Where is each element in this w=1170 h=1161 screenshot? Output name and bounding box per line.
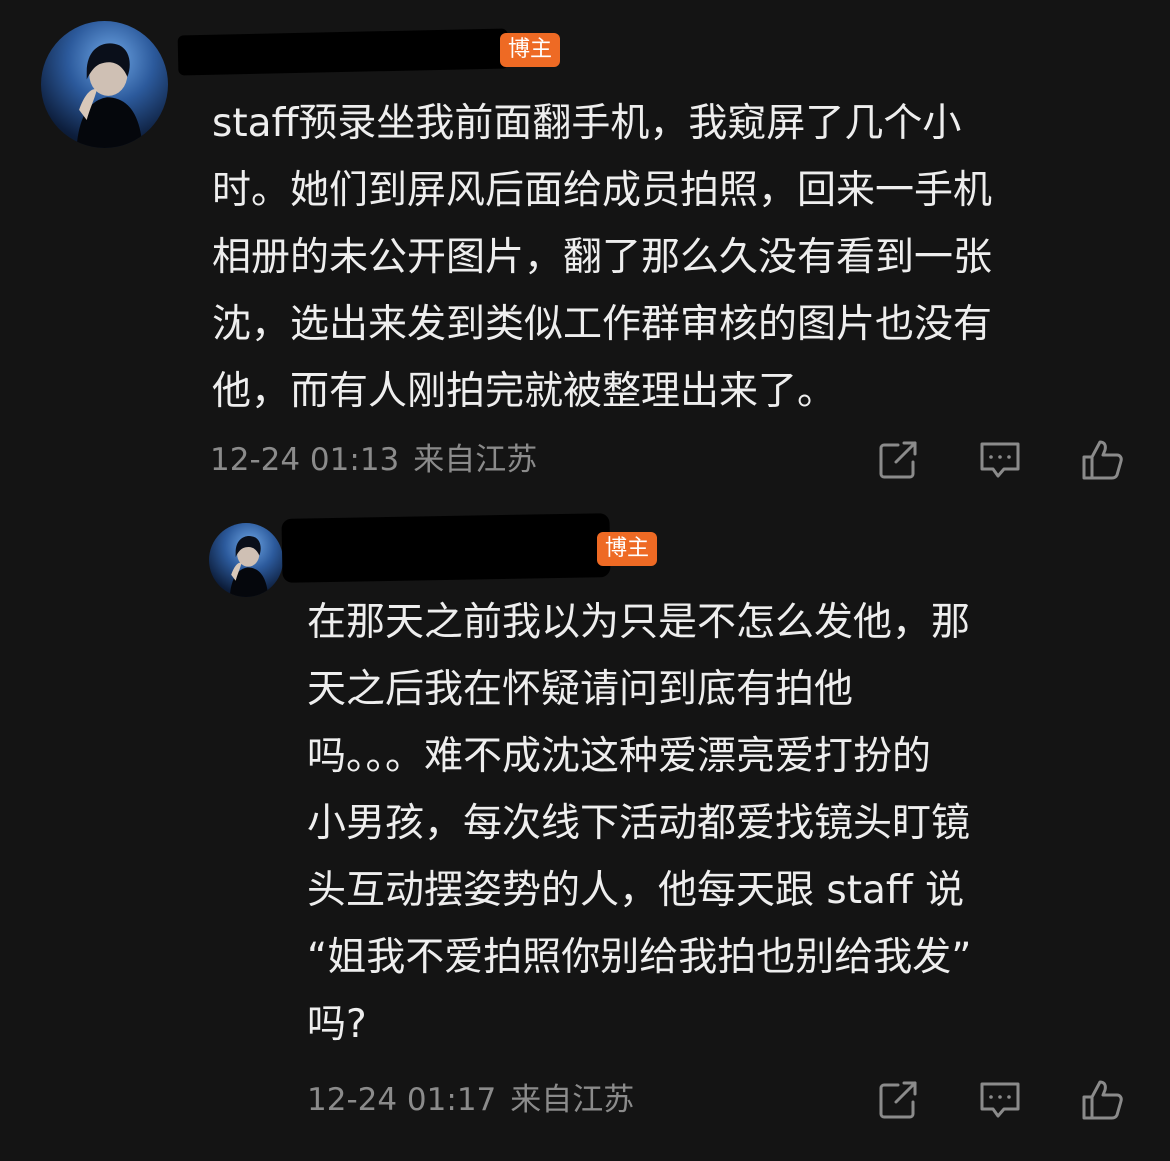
comment-line: 小男孩，每次线下活动都爱找镜头盯镜 <box>307 801 971 846</box>
comment-line: 相册的未公开图片，翻了那么久没有看到一张 <box>212 235 993 280</box>
comment-line: 沈，选出来发到类似工作群审核的图片也没有 <box>212 302 993 347</box>
author-badge: 博主 <box>500 33 561 67</box>
comment-location: 来自江苏 <box>510 1082 635 1118</box>
author-badge: 博主 <box>597 532 658 566</box>
comment-line: 他，而有人刚拍完就被整理出来了。 <box>212 369 837 414</box>
comment-line: 头互动摆姿势的人，他每天跟 staff 说 <box>307 868 965 913</box>
avatar-photo <box>229 536 269 597</box>
comment-line: staff预录坐我前面翻手机，我窥屏了几个小 <box>212 101 962 146</box>
reply-text: 在那天之前我以为只是不怎么发他，那 天之后我在怀疑请问到底有拍他 吗。。。难不成… <box>307 589 971 1058</box>
comment-actions <box>874 436 1126 484</box>
comment-line: 吗? <box>307 1002 367 1047</box>
redacted-username <box>281 513 611 583</box>
comment-line: 天之后我在怀疑请问到底有拍他 <box>307 667 854 712</box>
share-icon[interactable] <box>874 436 922 484</box>
commenter-avatar[interactable] <box>41 21 168 148</box>
like-icon[interactable] <box>1078 1076 1126 1124</box>
redacted-username <box>177 28 509 76</box>
comment-line: 吗。。。难不成沈这种爱漂亮爱打扮的 <box>307 734 932 779</box>
comment-meta: 12-24 01:17 来自江苏 <box>307 1080 634 1120</box>
comment-icon[interactable] <box>976 436 1024 484</box>
comment-line: “姐我不爱拍照你别给我拍也别给我发” <box>307 935 972 980</box>
avatar-photo <box>76 43 143 148</box>
share-icon[interactable] <box>874 1076 922 1124</box>
comment-meta: 12-24 01:13 来自江苏 <box>210 440 537 480</box>
comment-line: 在那天之前我以为只是不怎么发他，那 <box>307 600 971 645</box>
reply-avatar[interactable] <box>209 523 283 597</box>
comment-line: 时。她们到屏风后面给成员拍照，回来一手机 <box>212 168 993 213</box>
comment-actions <box>874 1076 1126 1124</box>
comment-time: 12-24 01:13 <box>210 442 400 478</box>
comment-text: staff预录坐我前面翻手机，我窥屏了几个小 时。她们到屏风后面给成员拍照，回来… <box>212 90 992 425</box>
comment-location: 来自江苏 <box>413 442 538 478</box>
like-icon[interactable] <box>1078 436 1126 484</box>
comment-time: 12-24 01:17 <box>307 1082 497 1118</box>
comment-icon[interactable] <box>976 1076 1024 1124</box>
